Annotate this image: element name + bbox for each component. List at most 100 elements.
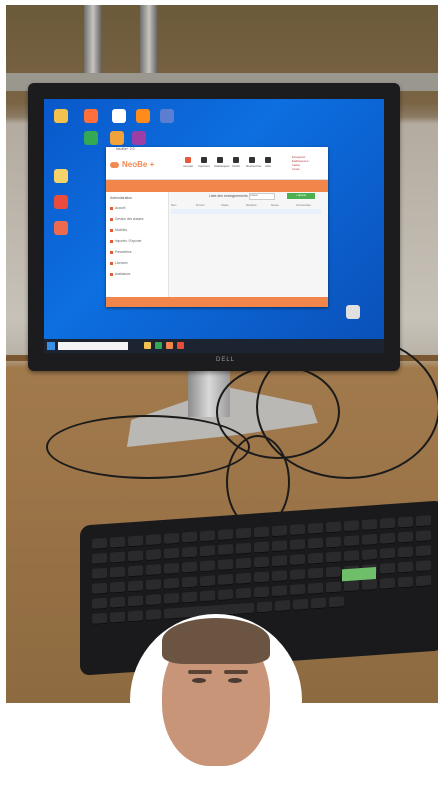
keyboard-key[interactable] <box>380 532 395 545</box>
keyboard-key[interactable] <box>398 531 413 544</box>
winrar-icon[interactable] <box>132 131 146 145</box>
keyboard-key[interactable] <box>164 592 179 605</box>
vlc-icon[interactable] <box>136 109 150 123</box>
pinwheel-icon[interactable] <box>54 221 68 235</box>
keyboard-key[interactable] <box>92 597 107 610</box>
keyboard-key[interactable] <box>362 548 377 562</box>
keyboard-key[interactable] <box>182 591 197 604</box>
keyboard-key[interactable] <box>92 552 107 565</box>
keyboard-key[interactable] <box>200 530 215 543</box>
keyboard-key[interactable] <box>236 572 251 585</box>
keyboard-key[interactable] <box>110 536 125 549</box>
table-header-cell[interactable]: Classe <box>221 204 229 207</box>
keyboard-key[interactable] <box>344 520 359 533</box>
keyboard-key[interactable] <box>326 521 341 534</box>
keyboard-key[interactable] <box>311 597 326 610</box>
red-app-icon[interactable] <box>54 195 68 209</box>
keyboard-key[interactable] <box>272 555 287 568</box>
orange-app-icon[interactable] <box>110 131 124 145</box>
keyboard-key[interactable] <box>362 533 377 547</box>
keyboard-key[interactable] <box>236 557 251 570</box>
keyboard-key[interactable] <box>200 575 215 588</box>
keyboard-key[interactable] <box>164 547 179 560</box>
keyboard-key[interactable] <box>275 600 290 613</box>
table-row[interactable] <box>171 209 321 214</box>
app-icon[interactable] <box>177 342 184 349</box>
keyboard-key[interactable] <box>380 577 395 590</box>
keyboard-key[interactable] <box>398 546 413 559</box>
recycle-bin-icon[interactable] <box>346 305 360 319</box>
sidebar-item[interactable]: Paramètres <box>110 250 131 254</box>
keyboard-key[interactable] <box>92 612 107 625</box>
keyboard-key[interactable] <box>236 527 251 540</box>
keyboard-key[interactable] <box>416 575 431 588</box>
start-icon[interactable] <box>47 342 55 350</box>
add-button[interactable]: + Ajouter <box>287 193 315 199</box>
keyboard-key[interactable] <box>398 576 413 589</box>
sidebar-item[interactable]: Accueil <box>110 206 125 210</box>
taskbar-search[interactable] <box>58 342 128 350</box>
keyboard-key[interactable] <box>110 566 125 579</box>
keyboard-key[interactable] <box>362 518 377 532</box>
explorer-icon[interactable] <box>144 342 151 349</box>
keyboard-key[interactable] <box>308 522 323 535</box>
keyboard-key[interactable] <box>146 534 161 547</box>
keyboard-key[interactable] <box>380 547 395 560</box>
keyboard-key[interactable] <box>272 570 287 583</box>
keyboard-key[interactable] <box>290 553 305 567</box>
keyboard-key[interactable] <box>128 595 143 608</box>
chrome-icon[interactable] <box>84 131 98 145</box>
keyboard-key[interactable] <box>182 576 197 589</box>
keyboard-key[interactable] <box>290 538 305 552</box>
keyboard-key[interactable] <box>182 546 197 559</box>
sidebar-item[interactable]: Importer / Exporter <box>110 239 142 243</box>
keyboard-key[interactable] <box>272 525 287 538</box>
keyboard-key[interactable] <box>146 549 161 562</box>
table-header-cell[interactable]: Prénom <box>196 204 205 207</box>
keyboard-key[interactable] <box>416 515 431 528</box>
keyboard-key[interactable] <box>290 523 305 537</box>
keyboard-key[interactable] <box>398 561 413 574</box>
toolbar-item[interactable]: Outils <box>230 157 242 168</box>
sidebar-item[interactable]: Licences <box>110 261 128 265</box>
sidebar-item[interactable]: Modèles <box>110 228 127 232</box>
keyboard-key[interactable] <box>326 551 341 564</box>
keyboard-key[interactable] <box>326 566 341 579</box>
keyboard-key[interactable] <box>146 609 161 622</box>
keyboard-key[interactable] <box>257 601 272 614</box>
keyboard-key[interactable] <box>308 537 323 550</box>
neobe-icon[interactable] <box>166 342 173 349</box>
keyboard-key[interactable] <box>110 581 125 594</box>
keyboard-key[interactable] <box>344 550 359 563</box>
keyboard-key[interactable] <box>380 562 395 575</box>
keyboard-key[interactable] <box>416 560 431 573</box>
sidebar-item[interactable]: Gestion des classes <box>110 217 144 221</box>
keyboard-key[interactable] <box>128 610 143 623</box>
keyboard-key[interactable] <box>218 574 233 587</box>
keyboard-key[interactable] <box>308 552 323 565</box>
keyboard-key[interactable] <box>110 611 125 624</box>
keyboard-key[interactable] <box>272 585 287 598</box>
keyboard-key[interactable] <box>254 526 269 539</box>
chrome-icon[interactable] <box>155 342 162 349</box>
keyboard-key[interactable] <box>416 530 431 543</box>
keyboard-key[interactable] <box>398 516 413 529</box>
keyboard-key[interactable] <box>200 545 215 558</box>
toolbar-item[interactable]: Imprimer <box>198 157 210 168</box>
keyboard-key[interactable] <box>236 587 251 600</box>
keyboard-key[interactable] <box>146 564 161 577</box>
keyboard-key[interactable] <box>182 561 197 574</box>
table-header-cell[interactable]: Nom <box>171 204 176 207</box>
keyboard-key[interactable] <box>236 542 251 555</box>
toolbar-item[interactable]: Statistiques <box>214 157 230 168</box>
keyboard-key[interactable] <box>128 565 143 578</box>
file-icon[interactable] <box>54 169 68 183</box>
keyboard-key[interactable] <box>326 581 341 594</box>
keyboard-key[interactable] <box>290 568 305 582</box>
keyboard-key[interactable] <box>182 531 197 544</box>
keyboard-key[interactable] <box>218 559 233 572</box>
keyboard-key[interactable] <box>200 590 215 603</box>
keyboard-key[interactable] <box>128 535 143 548</box>
keyboard-key[interactable] <box>110 551 125 564</box>
keyboard-key[interactable] <box>92 567 107 580</box>
